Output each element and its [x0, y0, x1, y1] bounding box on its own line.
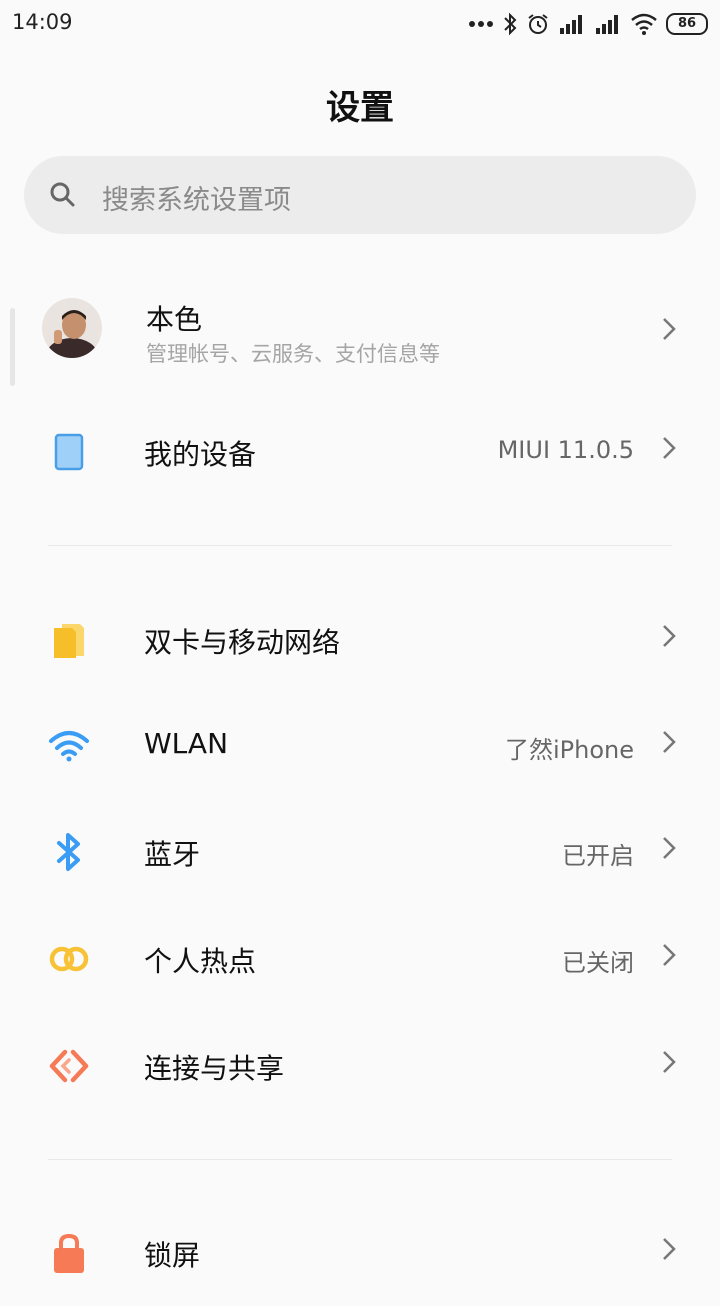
status-icons: 86 — [468, 10, 708, 38]
settings-item-connection-sharing[interactable]: 连接与共享 — [0, 1013, 720, 1119]
page-title: 设置 — [326, 88, 394, 128]
settings-item-bluetooth[interactable]: 蓝牙 已开启 — [0, 799, 720, 905]
more-dots-icon — [468, 20, 494, 28]
chevron-right-icon — [662, 943, 676, 971]
settings-item-hotspot[interactable]: 个人热点 已关闭 — [0, 906, 720, 1012]
battery-indicator: 86 — [666, 13, 708, 35]
item-value: 已关闭 — [562, 949, 634, 977]
status-time: 14:09 — [12, 10, 73, 34]
account-name: 本色 — [146, 303, 203, 336]
chevron-right-icon — [662, 1050, 676, 1078]
settings-item-my-device[interactable]: 我的设备 MIUI 11.0.5 — [0, 399, 720, 505]
settings-item-lock-screen[interactable]: 锁屏 — [0, 1200, 720, 1306]
item-label: 我的设备 — [144, 438, 257, 471]
account-subtitle: 管理帐号、云服务、支付信息等 — [146, 342, 440, 366]
chevron-right-icon — [662, 436, 676, 464]
chevron-right-icon — [662, 1237, 676, 1265]
lock-icon — [42, 1225, 96, 1281]
chevron-right-icon — [662, 317, 676, 345]
wifi-icon — [630, 13, 658, 35]
divider — [48, 1159, 672, 1160]
item-label: 蓝牙 — [144, 838, 201, 871]
search-placeholder: 搜索系统设置项 — [102, 185, 291, 216]
scroll-indicator — [10, 308, 15, 386]
item-value: 已开启 — [562, 842, 634, 870]
item-label: 锁屏 — [144, 1239, 201, 1272]
share-connect-icon — [42, 1038, 96, 1094]
alarm-icon — [526, 12, 550, 36]
item-label: 双卡与移动网络 — [144, 626, 341, 659]
chevron-right-icon — [662, 836, 676, 864]
search-icon — [48, 180, 78, 214]
signal-icon — [558, 14, 586, 34]
bluetooth-icon — [502, 12, 518, 36]
sim-card-icon — [42, 612, 96, 668]
settings-item-dual-sim[interactable]: 双卡与移动网络 — [0, 587, 720, 693]
hotspot-icon — [42, 931, 96, 987]
search-input[interactable]: 搜索系统设置项 — [24, 156, 696, 234]
wifi-icon — [42, 718, 96, 774]
chevron-right-icon — [662, 730, 676, 758]
avatar — [42, 298, 102, 358]
item-value: MIUI 11.0.5 — [497, 436, 634, 464]
item-label: 连接与共享 — [144, 1052, 285, 1085]
divider — [48, 545, 672, 546]
signal-icon — [594, 14, 622, 34]
item-value: 了然iPhone — [504, 736, 634, 764]
bluetooth-icon — [42, 824, 96, 880]
item-label: 个人热点 — [144, 945, 257, 978]
settings-item-wlan[interactable]: WLAN 了然iPhone — [0, 693, 720, 799]
status-bar: 14:09 86 — [0, 0, 720, 48]
item-label: WLAN — [144, 727, 229, 760]
chevron-right-icon — [662, 624, 676, 652]
tablet-icon — [42, 424, 96, 480]
